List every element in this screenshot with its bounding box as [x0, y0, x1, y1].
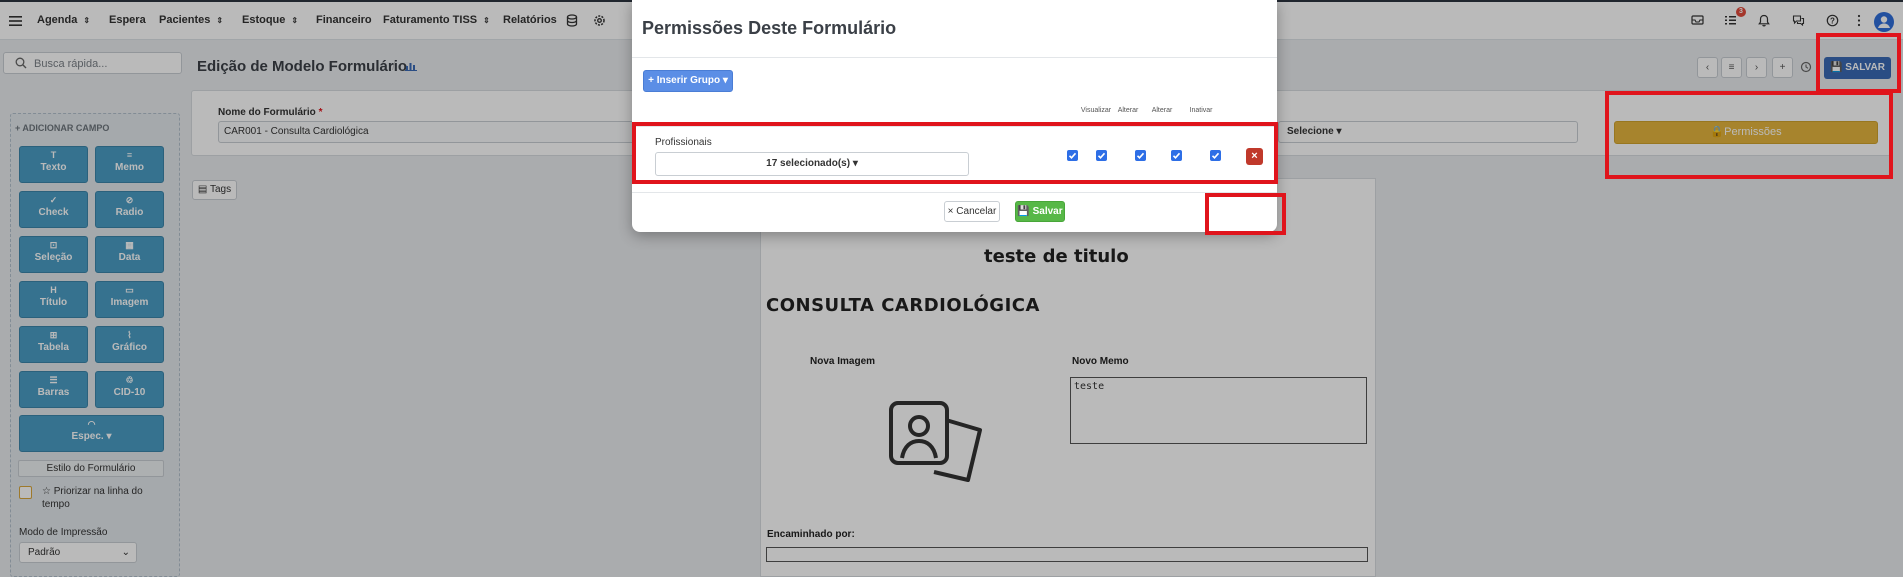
permission-checkbox-1[interactable]	[1067, 150, 1078, 161]
insert-group-button[interactable]: + Inserir Grupo ▾	[643, 70, 733, 92]
group-row-label: Profissionais	[655, 137, 712, 148]
close-icon: ×	[1251, 150, 1258, 162]
permissions-modal: Permissões Deste Formulário + Inserir Gr…	[632, 0, 1277, 232]
permission-checkbox-5[interactable]	[1210, 150, 1221, 161]
modal-save-label: Salvar	[1032, 206, 1063, 217]
footer-divider	[632, 192, 1277, 193]
permission-checkbox-4[interactable]	[1171, 150, 1182, 161]
cancel-button[interactable]: × Cancelar	[944, 201, 1000, 222]
table-divider	[632, 126, 1277, 127]
permission-checkbox-2[interactable]	[1096, 150, 1107, 161]
modal-divider	[632, 57, 1277, 58]
professionals-multiselect[interactable]: 17 selecionado(s) ▾	[655, 152, 969, 176]
modal-title: Permissões Deste Formulário	[642, 18, 897, 38]
delete-row-button[interactable]: ×	[1246, 148, 1263, 165]
modal-save-button[interactable]: 💾 Salvar	[1015, 201, 1065, 222]
column-header-alterar-2: Alterar	[1151, 107, 1173, 114]
column-header-inativar: Inativar	[1189, 107, 1213, 114]
save-icon: 💾	[1017, 206, 1030, 217]
permission-checkbox-3[interactable]	[1135, 150, 1146, 161]
